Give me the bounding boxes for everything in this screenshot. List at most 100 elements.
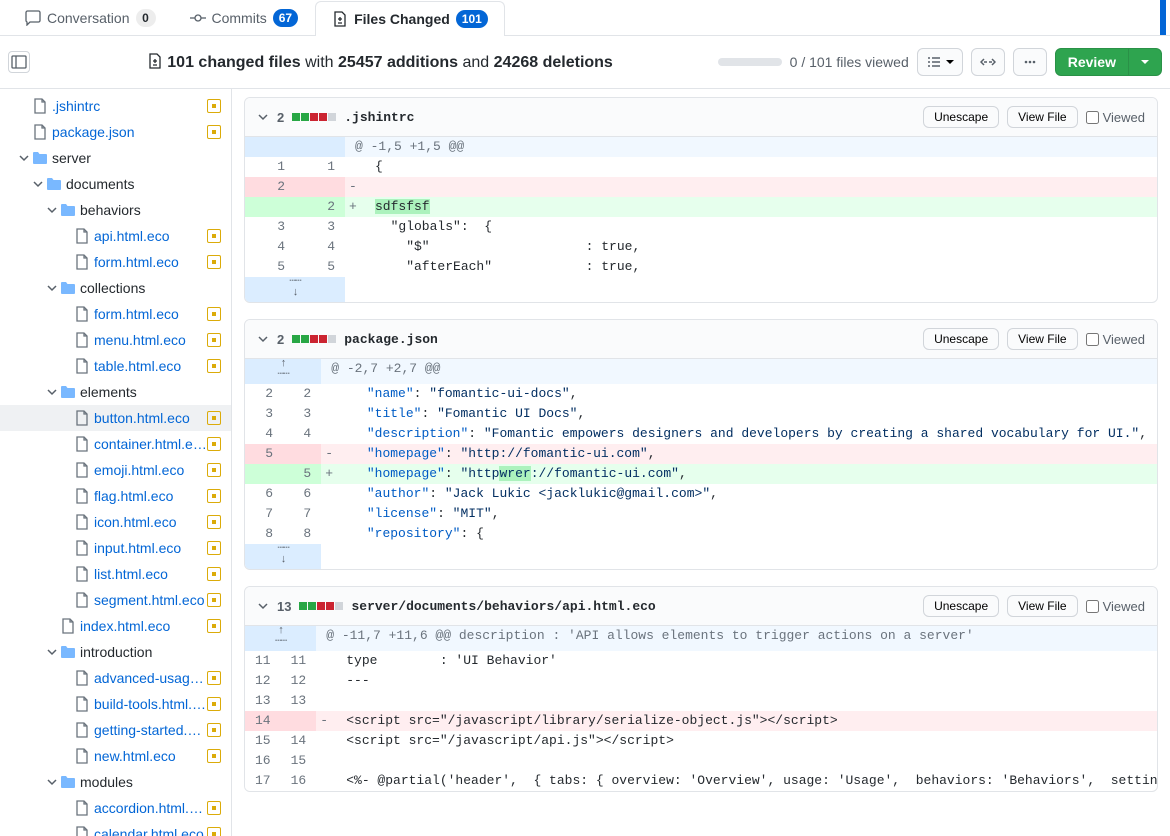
code-line[interactable]: "description": "Fomantic empowers design… [321,424,1157,444]
tree-item-label: elements [80,382,223,402]
file-toggle[interactable] [257,111,269,123]
tree-file-advanced-usage[interactable]: advanced-usage.ht… [0,665,231,691]
file-icon [74,696,90,712]
viewed-progress [718,58,782,66]
viewed-checkbox[interactable] [1086,333,1099,346]
viewed-toggle[interactable]: Viewed [1086,110,1145,125]
right-scrollbar[interactable] [1160,0,1166,35]
tree-file-package-json[interactable]: package.json [0,119,231,145]
file-toggle[interactable] [257,333,269,345]
view-file-button[interactable]: View File [1007,595,1077,617]
code-line[interactable]: type : 'UI Behavior' [316,651,1158,671]
tab-files[interactable]: Files Changed 101 [315,1,505,36]
code-line[interactable]: { [345,157,1157,177]
tree-folder-modules[interactable]: modules [0,769,231,795]
tree-item-label: form.html.eco [94,252,207,272]
tree-file-form-html-eco[interactable]: form.html.eco [0,249,231,275]
expand-up-button[interactable]: ↑┄┄ [245,359,321,384]
tree-file-list-html-eco[interactable]: list.html.eco [0,561,231,587]
diff-view-button[interactable] [971,48,1005,76]
code-line[interactable]: "author": "Jack Lukic <jacklukic@gmail.c… [321,484,1157,504]
expand-up-button[interactable]: ↑┄┄ [245,626,316,651]
file-icon [74,592,90,608]
expand-down-button[interactable]: ┄┄↓ [245,277,345,302]
review-button[interactable]: Review [1055,48,1129,76]
viewed-toggle[interactable]: Viewed [1086,599,1145,614]
tree-folder-documents[interactable]: documents [0,171,231,197]
code-line[interactable] [316,751,1158,771]
tree-folder-collections[interactable]: collections [0,275,231,301]
tree-file-emoji-html-eco[interactable]: emoji.html.eco [0,457,231,483]
chevron-down-icon [30,179,46,189]
tree-file-container-html-eco[interactable]: container.html.eco [0,431,231,457]
tree-file-menu-html-eco[interactable]: menu.html.eco [0,327,231,353]
unescape-button[interactable]: Unescape [923,595,999,617]
tree-file-index-html-eco[interactable]: index.html.eco [0,613,231,639]
code-line[interactable]: "afterEach" : true, [345,257,1157,277]
tree-item-label: new.html.eco [94,746,207,766]
tree-file-input-html-eco[interactable]: input.html.eco [0,535,231,561]
tree-item-label: accordion.html.eco [94,798,207,818]
tree-file-table-html-eco[interactable]: table.html.eco [0,353,231,379]
modified-icon [207,437,221,451]
tree-folder-elements[interactable]: elements [0,379,231,405]
tree-file-accordion[interactable]: accordion.html.eco [0,795,231,821]
code-line[interactable]: <%- @partial('header', { tabs: { overvie… [316,771,1158,791]
file-toggle[interactable] [257,600,269,612]
tree-file-jshintrc[interactable]: .jshintrc [0,93,231,119]
diff-area[interactable]: 2 .jshintrc Unescape View File Viewed @ … [232,89,1170,836]
code-line[interactable]: "license": "MIT", [321,504,1157,524]
pr-tabnav: Conversation 0 Commits 67 Files Changed … [0,0,1170,36]
unescape-button[interactable]: Unescape [923,106,999,128]
tab-commits[interactable]: Commits 67 [173,0,316,35]
tree-file-new-html-eco[interactable]: new.html.eco [0,743,231,769]
viewed-checkbox[interactable] [1086,111,1099,124]
code-line[interactable]: -<script src="/javascript/library/serial… [316,711,1158,731]
file-name[interactable]: server/documents/behaviors/api.html.eco [351,599,655,614]
code-line[interactable]: "globals": { [345,217,1157,237]
expand-down-button[interactable]: ┄┄↓ [245,544,321,569]
tree-item-label: flag.html.eco [94,486,207,506]
code-line[interactable]: - [345,177,1157,197]
file-name[interactable]: .jshintrc [344,110,414,125]
tree-file-button-html-eco[interactable]: button.html.eco [0,405,231,431]
code-line[interactable]: "repository": { [321,524,1157,544]
file-icon [74,826,90,836]
tree-folder-server[interactable]: server [0,145,231,171]
tree-folder-introduction[interactable]: introduction [0,639,231,665]
toggle-sidebar-button[interactable] [8,51,30,73]
unescape-button[interactable]: Unescape [923,328,999,350]
tree-file-api-html-eco[interactable]: api.html.eco [0,223,231,249]
commit-icon [190,10,206,26]
review-dropdown[interactable] [1129,48,1162,76]
viewed-toggle[interactable]: Viewed [1086,332,1145,347]
tree-file-icon-html-eco[interactable]: icon.html.eco [0,509,231,535]
view-file-button[interactable]: View File [1007,106,1077,128]
tree-file-flag-html-eco[interactable]: flag.html.eco [0,483,231,509]
code-line[interactable]: --- [316,671,1158,691]
tab-conversation[interactable]: Conversation 0 [8,0,173,35]
tree-file-calendar[interactable]: calendar.html.eco [0,821,231,836]
tree-folder-behaviors[interactable]: behaviors [0,197,231,223]
file-stat-num: 2 [277,332,284,347]
code-line[interactable]: + "homepage": "httpwrer://fomantic-ui.co… [321,464,1157,484]
code-line[interactable]: "name": "fomantic-ui-docs", [321,384,1157,404]
tree-file-segment-html-eco[interactable]: segment.html.eco [0,587,231,613]
code-line[interactable]: <script src="/javascript/api.js"></scrip… [316,731,1158,751]
viewed-checkbox[interactable] [1086,600,1099,613]
tree-file-getting-started[interactable]: getting-started.ht… [0,717,231,743]
tree-file-coll-form[interactable]: form.html.eco [0,301,231,327]
tree-file-build-tools[interactable]: build-tools.html.eco [0,691,231,717]
code-line[interactable] [316,691,1158,711]
view-file-button[interactable]: View File [1007,328,1077,350]
more-options-button[interactable] [1013,48,1047,76]
file-tree-sidebar[interactable]: .jshintrcpackage.jsonserverdocumentsbeha… [0,89,232,836]
folder-icon [60,384,76,400]
whitespace-button[interactable] [917,48,963,76]
code-line[interactable]: "$" : true, [345,237,1157,257]
tree-item-label: modules [80,772,223,792]
code-line[interactable]: "title": "Fomantic UI Docs", [321,404,1157,424]
file-name[interactable]: package.json [344,332,438,347]
code-line[interactable]: +sdfsfsf [345,197,1157,217]
code-line[interactable]: - "homepage": "http://fomantic-ui.com", [321,444,1157,464]
